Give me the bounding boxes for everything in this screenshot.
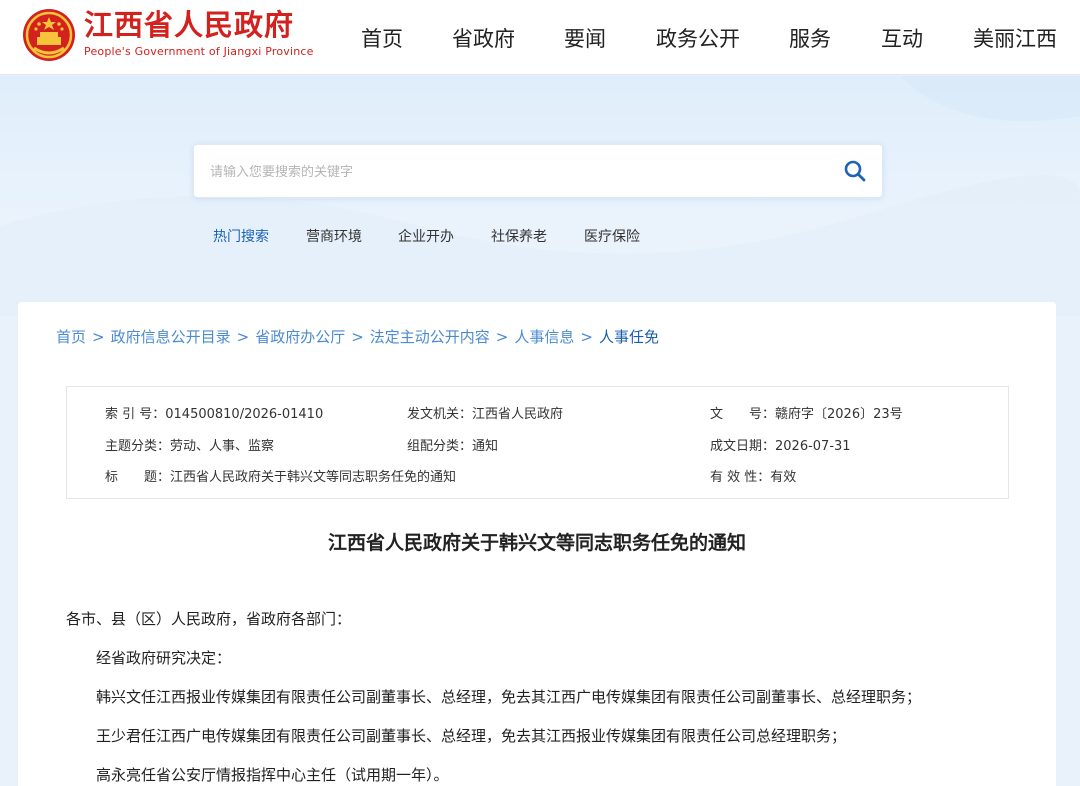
meta-title-value: 江西省人民政府关于韩兴文等同志职务任免的通知 (170, 470, 457, 485)
national-emblem-icon[interactable] (22, 8, 76, 62)
meta-validity: 有 效 性：有效 (710, 466, 796, 485)
breadcrumb: 首页 > 政府信息公开目录 > 省政府办公厅 > 法定主动公开内容 > 人事信息 > 人事任免 (56, 326, 659, 347)
nav-item-interaction[interactable]: 互动 (881, 24, 923, 54)
site-title[interactable]: 江西省人民政府 (84, 9, 294, 41)
meta-issuer: 发文机关：江西省人民政府 (407, 403, 563, 422)
meta-date-label: 成文日期： (710, 439, 776, 454)
meta-index-label: 索 引 号： (105, 407, 166, 422)
meta-topic-label: 主题分类： (105, 439, 171, 454)
document-paragraph: 经省政府研究决定： (96, 649, 232, 667)
meta-index-value: 014500810/2026-01410 (165, 407, 324, 422)
search-input[interactable] (210, 157, 810, 187)
breadcrumb-home[interactable]: 首页 (56, 328, 86, 346)
meta-category-label: 组配分类： (407, 439, 473, 454)
document-paragraph: 王少君任江西广电传媒集团有限责任公司副董事长、总经理，免去其江西报业传媒集团有限… (96, 727, 847, 745)
breadcrumb-separator: > (92, 328, 105, 346)
breadcrumb-statutory-content[interactable]: 法定主动公开内容 (370, 328, 490, 346)
hot-search-medical-insurance[interactable]: 医疗保险 (584, 226, 640, 246)
meta-category-value: 通知 (472, 439, 499, 454)
document-title: 江西省人民政府关于韩兴文等同志职务任免的通知 (327, 532, 746, 554)
meta-date: 成文日期：2026-07-31 (710, 435, 851, 454)
meta-topic: 主题分类：劳动、人事、监察 (105, 435, 274, 454)
meta-docno-label: 文 号： (710, 407, 776, 422)
meta-date-value: 2026-07-31 (775, 439, 851, 454)
breadcrumb-general-office[interactable]: 省政府办公厅 (255, 328, 345, 346)
meta-category: 组配分类：通知 (407, 435, 498, 454)
meta-topic-value: 劳动、人事、监察 (170, 439, 275, 454)
meta-validity-value: 有效 (770, 470, 797, 485)
nav-item-government-affairs[interactable]: 政务公开 (656, 24, 740, 54)
main-nav: 首页 省政府 要闻 政务公开 服务 互动 美丽江西 (340, 24, 1080, 54)
site-header: 江西省人民政府 People's Government of Jiangxi P… (0, 0, 1080, 75)
meta-docno: 文 号：赣府字〔2026〕23号 (710, 403, 903, 422)
document-paragraph: 高永亮任省公安厅情报指挥中心主任（试用期一年）。 (96, 766, 449, 784)
meta-index: 索 引 号：014500810/2026-01410 (105, 403, 323, 422)
hot-search-social-insurance[interactable]: 社保养老 (491, 226, 547, 246)
hot-search-business-environment[interactable]: 营商环境 (306, 226, 362, 246)
breadcrumb-separator: > (495, 328, 509, 346)
search-icon[interactable] (842, 158, 868, 184)
nav-item-home[interactable]: 首页 (361, 24, 403, 54)
breadcrumb-info-catalog[interactable]: 政府信息公开目录 (111, 328, 231, 346)
document-salutation: 各市、县（区）人民政府，省政府各部门： (66, 610, 352, 628)
breadcrumb-separator: > (351, 328, 364, 346)
hot-search-label[interactable]: 热门搜索 (213, 226, 269, 246)
nav-item-provincial-government[interactable]: 省政府 (452, 24, 515, 54)
content-card: 首页 > 政府信息公开目录 > 省政府办公厅 > 法定主动公开内容 > 人事信息 > 人事任免 索 … (18, 302, 1056, 786)
breadcrumb-appointments[interactable]: 人事任免 (599, 328, 659, 346)
nav-item-beautiful-jiangxi[interactable]: 美丽江西 (973, 24, 1057, 54)
breadcrumb-separator: > (236, 328, 250, 346)
meta-issuer-label: 发文机关： (407, 407, 473, 422)
document-metadata: 索 引 号：014500810/2026-01410 发文机关：江西省人民政府 … (66, 386, 1009, 499)
hot-search-enterprise-setup[interactable]: 企业开办 (398, 226, 454, 246)
search-box (193, 144, 883, 198)
breadcrumb-separator: > (580, 328, 593, 346)
nav-item-news[interactable]: 要闻 (564, 24, 606, 54)
breadcrumb-personnel-info[interactable]: 人事信息 (514, 328, 574, 346)
meta-title-label: 标 题： (105, 470, 171, 485)
meta-title: 标 题：江西省人民政府关于韩兴文等同志职务任免的通知 (105, 466, 456, 485)
meta-docno-value: 赣府字〔2026〕23号 (775, 407, 903, 422)
meta-issuer-value: 江西省人民政府 (472, 407, 564, 422)
document-paragraph: 韩兴文任江西报业传媒集团有限责任公司副董事长、总经理，免去其江西广电传媒集团有限… (96, 688, 922, 706)
nav-item-services[interactable]: 服务 (789, 24, 831, 54)
meta-validity-label: 有 效 性： (710, 470, 771, 485)
site-subtitle: People's Government of Jiangxi Province (84, 45, 314, 58)
